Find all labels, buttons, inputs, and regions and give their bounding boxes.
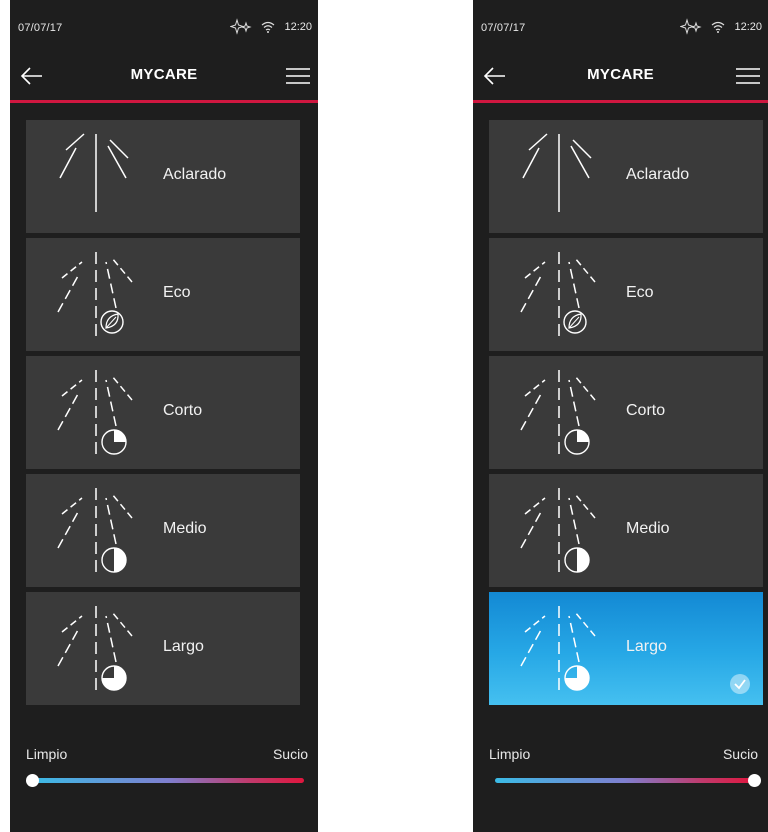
sparkle-icon (680, 18, 703, 36)
program-card-aclarado[interactable]: Aclarado (489, 120, 763, 233)
program-label: Medio (626, 520, 670, 537)
program-card-aclarado[interactable]: Aclarado (26, 120, 300, 233)
program-label: Aclarado (163, 166, 227, 183)
program-label: Eco (163, 284, 191, 301)
spray-clock-medium-icon (509, 482, 609, 580)
program-card-medio[interactable]: Medio (489, 474, 763, 587)
spray-clock-long-icon (46, 600, 146, 698)
program-card-corto[interactable]: Corto (489, 356, 763, 469)
program-card-medio[interactable]: Medio (26, 474, 300, 587)
program-label: Aclarado (626, 166, 690, 183)
status-time: 12:20 (734, 21, 762, 33)
slider-track[interactable] (32, 778, 304, 783)
wifi-icon (711, 21, 725, 33)
app-header: MYCARE (10, 52, 318, 100)
app-header: MYCARE (473, 52, 768, 100)
hamburger-menu-icon[interactable] (736, 67, 760, 85)
soil-level-slider: Limpio Sucio (26, 742, 308, 792)
spray-eco-leaf-icon (509, 246, 609, 344)
status-date: 07/07/17 (481, 22, 526, 34)
program-label: Eco (626, 284, 654, 301)
sparkle-icon (230, 18, 253, 36)
status-bar: 07/07/17 12:20 (473, 0, 768, 50)
slider-max-label: Sucio (272, 746, 308, 762)
page-title: MYCARE (130, 66, 198, 83)
spray-eco-leaf-icon (46, 246, 146, 344)
phone-screen-right: 07/07/17 12:20 MYCARE Aclarado Eco Corto… (473, 0, 768, 832)
program-label: Corto (626, 402, 666, 419)
header-divider (10, 100, 318, 103)
header-divider (473, 100, 768, 103)
status-time: 12:20 (284, 21, 312, 33)
spray-clock-short-icon (46, 364, 146, 462)
spray-clock-medium-icon (46, 482, 146, 580)
status-date: 07/07/17 (18, 22, 63, 34)
page-title: MYCARE (587, 66, 654, 83)
selected-check-icon (729, 673, 751, 695)
program-label: Corto (163, 402, 203, 419)
spray-rinse-icon (46, 128, 146, 226)
program-label: Largo (626, 638, 667, 655)
program-label: Largo (163, 638, 204, 655)
program-list: Aclarado Eco Corto Medio Largo (26, 120, 300, 710)
slider-thumb[interactable] (748, 774, 761, 787)
status-bar: 07/07/17 12:20 (10, 0, 318, 50)
program-card-eco[interactable]: Eco (489, 238, 763, 351)
slider-min-label: Limpio (489, 746, 531, 762)
program-card-largo[interactable]: Largo (26, 592, 300, 705)
program-card-corto[interactable]: Corto (26, 356, 300, 469)
spray-rinse-icon (509, 128, 609, 226)
phone-screen-left: 07/07/17 12:20 MYCARE Aclarado Eco Corto… (10, 0, 318, 832)
spray-clock-long-icon (509, 600, 609, 698)
slider-thumb[interactable] (26, 774, 39, 787)
soil-level-slider: Limpio Sucio (489, 742, 761, 792)
program-label: Medio (163, 520, 207, 537)
slider-track[interactable] (495, 778, 754, 783)
hamburger-menu-icon[interactable] (286, 67, 310, 85)
slider-max-label: Sucio (722, 746, 758, 762)
slider-min-label: Limpio (26, 746, 68, 762)
spray-clock-short-icon (509, 364, 609, 462)
program-card-largo[interactable]: Largo (489, 592, 763, 705)
program-list: Aclarado Eco Corto Medio Largo (489, 120, 763, 710)
wifi-icon (261, 21, 275, 33)
program-card-eco[interactable]: Eco (26, 238, 300, 351)
